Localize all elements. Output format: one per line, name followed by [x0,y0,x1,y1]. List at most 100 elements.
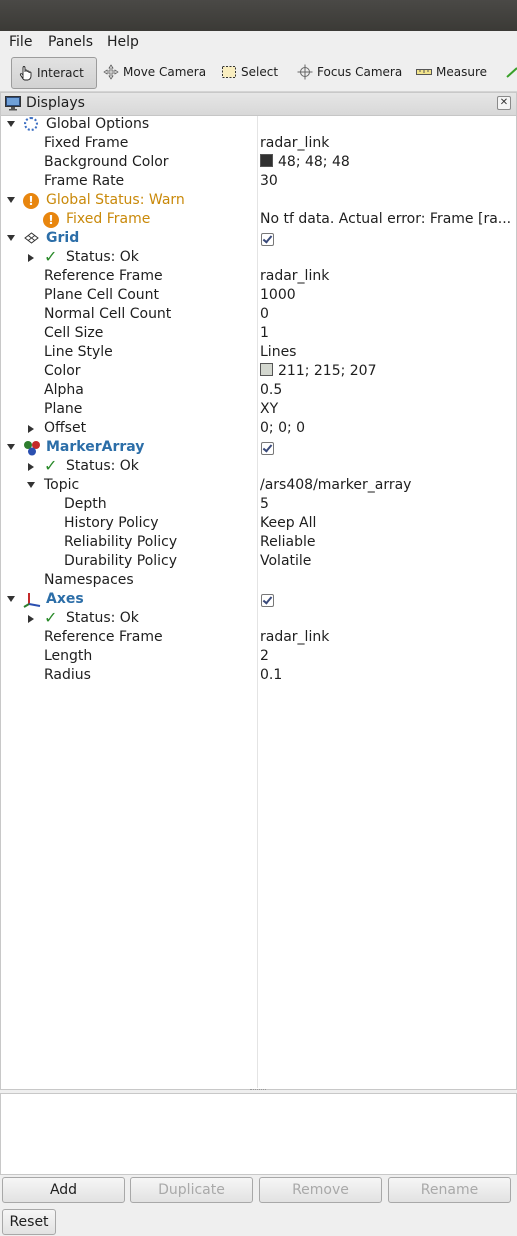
move-camera-label: Move Camera [123,65,207,79]
normal-cell-count-value[interactable]: 0 [260,306,514,322]
plane-value[interactable]: XY [260,401,514,417]
tree-row-history-policy[interactable]: History Policy Keep All [1,515,516,534]
tree-row-background-color[interactable]: Background Color 48; 48; 48 [1,154,516,173]
tree-row-grid[interactable]: Grid [1,230,516,249]
interact-tool-button[interactable]: Interact [11,57,97,89]
tree-row-axes-status[interactable]: ✓ Status: Ok [1,608,516,629]
rename-button[interactable]: Rename [388,1177,511,1203]
depth-value[interactable]: 5 [260,496,514,512]
tree-row-plane[interactable]: Plane XY [1,401,516,420]
reference-frame-value[interactable]: radar_link [260,629,514,645]
background-color-value-cell[interactable]: 48; 48; 48 [260,154,514,170]
expand-arrow-icon[interactable] [28,254,34,262]
marker-array-display-name: MarkerArray [46,439,145,455]
alpha-value[interactable]: 0.5 [260,382,514,398]
grid-color-value-cell[interactable]: 211; 215; 207 [260,363,514,379]
plane-cell-count-label: Plane Cell Count [44,287,160,303]
line-style-value[interactable]: Lines [260,344,514,360]
cell-size-value[interactable]: 1 [260,325,514,341]
tree-row-normal-cell-count[interactable]: Normal Cell Count 0 [1,306,516,325]
move-camera-tool-button[interactable]: Move Camera [103,57,206,87]
focus-camera-tool-button[interactable]: Focus Camera [297,57,402,87]
panel-close-button[interactable]: ✕ [497,96,511,110]
plane-cell-count-value[interactable]: 1000 [260,287,514,303]
fixed-frame-warning-value: No tf data. Actual error: Frame [ra... [260,211,512,227]
tree-row-fixed-frame[interactable]: Fixed Frame radar_link [1,135,516,154]
radius-value[interactable]: 0.1 [260,667,514,683]
durability-policy-value[interactable]: Volatile [260,553,514,569]
property-description-area [0,1093,517,1175]
tree-row-grid-reference-frame[interactable]: Reference Frame radar_link [1,268,516,287]
interact-label: Interact [37,66,84,80]
axes-icon [23,592,41,612]
history-policy-label: History Policy [64,515,159,531]
grid-status-label: Status: Ok [66,249,139,265]
add-button[interactable]: Add [2,1177,125,1203]
tree-row-alpha[interactable]: Alpha 0.5 [1,382,516,401]
tree-row-reliability-policy[interactable]: Reliability Policy Reliable [1,534,516,553]
duplicate-button[interactable]: Duplicate [130,1177,253,1203]
expand-arrow-icon[interactable] [7,121,15,127]
tree-row-durability-policy[interactable]: Durability Policy Volatile [1,553,516,572]
tree-row-namespaces[interactable]: Namespaces [1,572,516,591]
move-arrows-icon [103,64,119,80]
length-value[interactable]: 2 [260,648,514,664]
tool-bar: Interact Move Camera Select Focus Camera… [0,53,517,92]
expand-arrow-icon[interactable] [7,235,15,241]
tree-row-grid-color[interactable]: Color 211; 215; 207 [1,363,516,382]
tree-row-global-options[interactable]: Global Options [1,116,516,135]
tree-row-fixed-frame-warning[interactable]: ! Fixed Frame No tf data. Actual error: … [1,211,516,230]
axes-display-name: Axes [46,591,84,607]
expand-arrow-icon[interactable] [7,197,15,203]
menu-file[interactable]: File [9,34,32,50]
reliability-policy-value[interactable]: Reliable [260,534,514,550]
grid-display-name: Grid [46,230,80,246]
tree-row-topic[interactable]: Topic /ars408/marker_array [1,477,516,496]
marker-array-icon [23,440,41,460]
warning-icon: ! [23,193,39,209]
background-color-label: Background Color [44,154,169,170]
grid-enabled-checkbox[interactable] [261,233,274,246]
tree-row-axes[interactable]: Axes [1,591,516,610]
tree-row-depth[interactable]: Depth 5 [1,496,516,515]
tree-row-line-style[interactable]: Line Style Lines [1,344,516,363]
tree-row-axes-reference-frame[interactable]: Reference Frame radar_link [1,629,516,648]
fixed-frame-value[interactable]: radar_link [260,135,514,151]
frame-rate-value[interactable]: 30 [260,173,514,189]
marker-array-enabled-checkbox[interactable] [261,442,274,455]
measure-label: Measure [436,65,487,79]
panel-title: Displays [26,95,85,111]
history-policy-value[interactable]: Keep All [260,515,514,531]
topic-value[interactable]: /ars408/marker_array [260,477,514,493]
measure-tool-button[interactable]: Measure [416,57,487,87]
offset-value[interactable]: 0; 0; 0 [260,420,514,436]
select-tool-button[interactable]: Select [221,57,278,87]
fixed-frame-label: Fixed Frame [44,135,129,151]
expand-arrow-icon[interactable] [27,482,35,488]
tree-row-plane-cell-count[interactable]: Plane Cell Count 1000 [1,287,516,306]
global-options-label: Global Options [46,116,150,132]
menu-panels[interactable]: Panels [48,34,93,50]
expand-arrow-icon[interactable] [28,615,34,623]
expand-arrow-icon[interactable] [7,444,15,450]
tree-row-frame-rate[interactable]: Frame Rate 30 [1,173,516,192]
menu-help[interactable]: Help [107,34,139,50]
tree-row-length[interactable]: Length 2 [1,648,516,667]
reference-frame-value[interactable]: radar_link [260,268,514,284]
green-arrow-icon [505,64,517,80]
tree-row-cell-size[interactable]: Cell Size 1 [1,325,516,344]
axes-enabled-checkbox[interactable] [261,594,274,607]
toolbar-overflow-tool[interactable] [505,57,517,87]
tree-row-grid-status[interactable]: ✓ Status: Ok [1,247,516,268]
expand-arrow-icon[interactable] [7,596,15,602]
tree-row-marker-array-status[interactable]: ✓ Status: Ok [1,456,516,477]
reset-button[interactable]: Reset [2,1209,56,1235]
tree-row-global-status[interactable]: ! Global Status: Warn [1,192,516,211]
tree-row-marker-array[interactable]: MarkerArray [1,439,516,458]
tree-row-offset[interactable]: Offset 0; 0; 0 [1,420,516,439]
remove-button[interactable]: Remove [259,1177,382,1203]
expand-arrow-icon[interactable] [28,463,34,471]
checkmark-icon: ✓ [44,456,58,475]
expand-arrow-icon[interactable] [28,425,34,433]
tree-row-radius[interactable]: Radius 0.1 [1,667,516,686]
